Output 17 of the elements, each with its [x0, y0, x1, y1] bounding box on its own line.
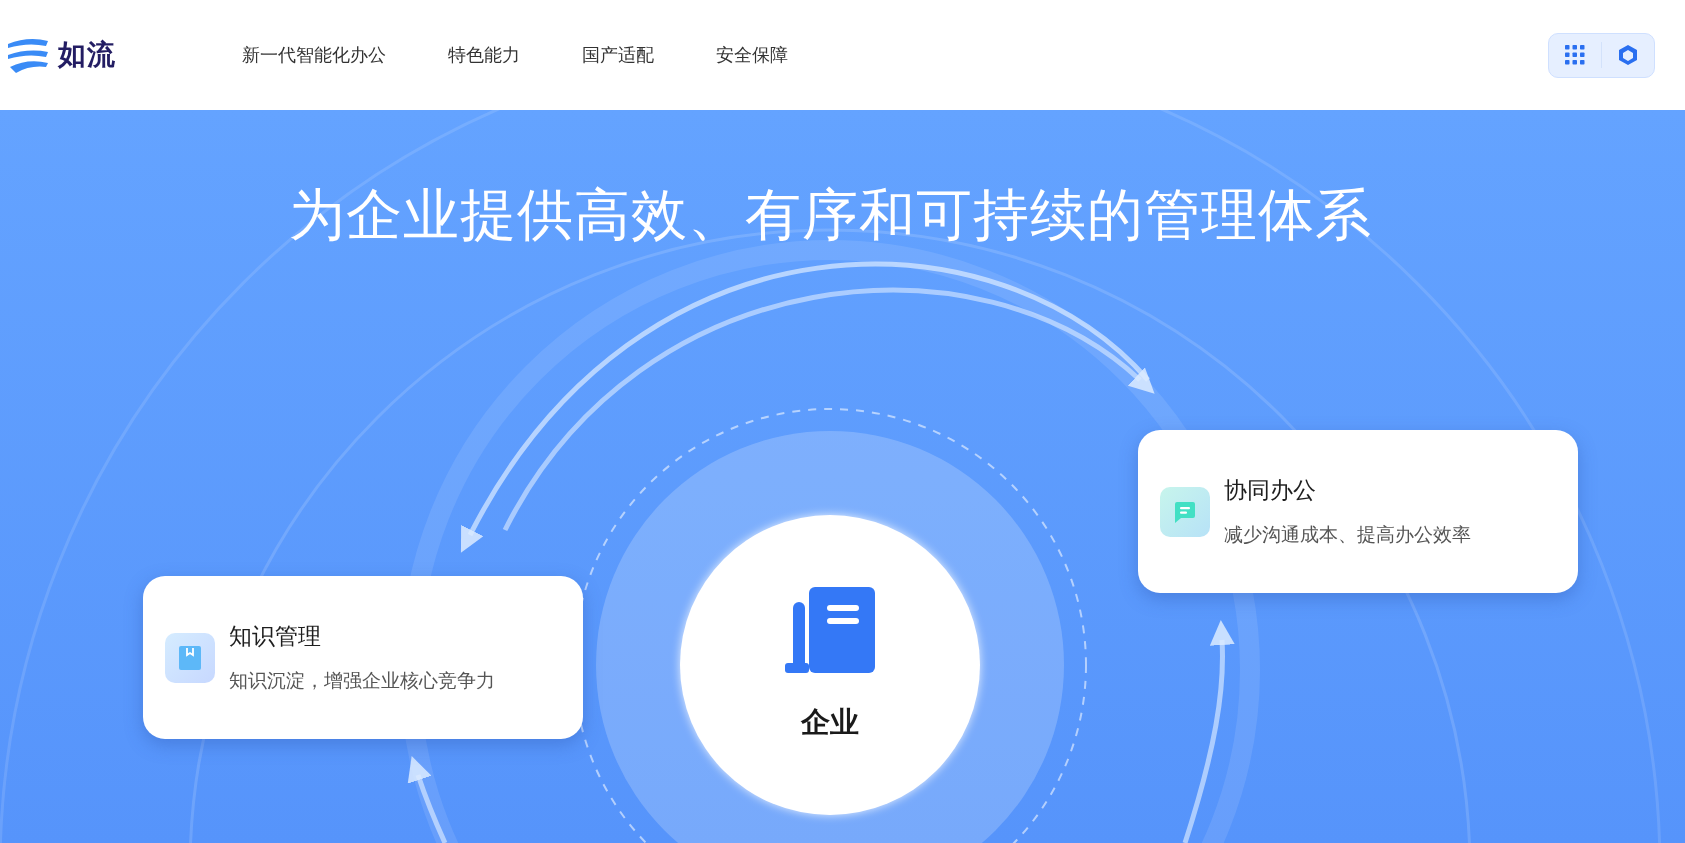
card-title: 协同办公 [1224, 476, 1317, 505]
nav-link[interactable]: 新一代智能化办公 [242, 43, 386, 67]
chat-tile-icon [1160, 486, 1210, 537]
nav-link[interactable]: 安全保障 [716, 43, 788, 67]
nav-link[interactable]: 国产适配 [582, 43, 654, 67]
card-description: 知识沉淀，增强企业核心竞争力 [229, 668, 495, 693]
headline: 为企业提供高效、有序和可持续的管理体系 [288, 181, 1372, 249]
book-icon [785, 587, 875, 675]
nav-link[interactable]: 特色能力 [448, 43, 520, 67]
card-description: 减少沟通成本、提高办公效率 [1224, 522, 1471, 547]
grid-icon [1565, 45, 1585, 65]
card-title: 知识管理 [229, 622, 322, 651]
wave-logo-icon [6, 36, 50, 74]
center-label: 企业 [801, 704, 859, 741]
hexagon-icon [1618, 44, 1638, 66]
book-tile-icon [165, 632, 215, 683]
brand-name: 如流 [58, 37, 116, 73]
